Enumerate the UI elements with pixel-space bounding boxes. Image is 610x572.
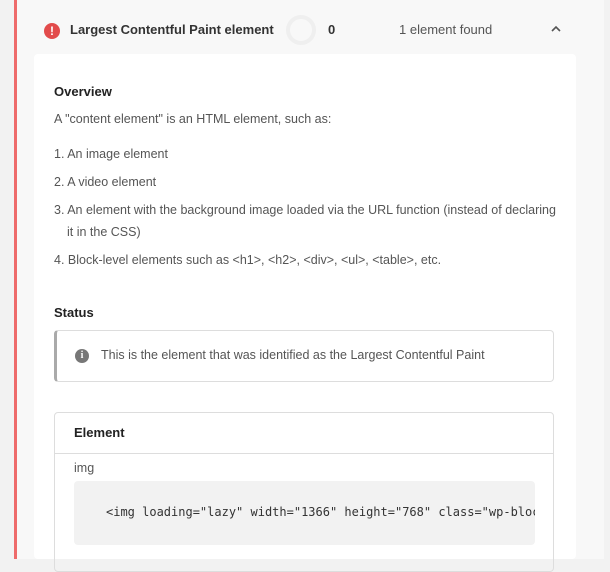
score-value: 0	[328, 22, 336, 37]
element-box: Element img <img loading="lazy" width="1…	[54, 412, 554, 572]
overview-list-item: 1. An image element	[54, 147, 168, 161]
audit-title: Largest Contentful Paint element	[70, 22, 274, 37]
element-box-header: Element	[55, 413, 553, 454]
score-ring	[286, 15, 316, 45]
audit-details-card: Overview A "content element" is an HTML …	[34, 54, 576, 572]
audit-header[interactable]: ! Largest Contentful Paint element 0 1 e…	[17, 0, 604, 60]
lcp-audit-panel: ! Largest Contentful Paint element 0 1 e…	[14, 0, 604, 572]
chevron-up-icon[interactable]	[551, 24, 561, 34]
info-icon: i	[75, 349, 89, 363]
exclamation-circle-icon: !	[44, 23, 60, 39]
element-code-snippet: <img loading="lazy" width="1366" height=…	[106, 505, 535, 519]
elements-found-count: 1 element found	[399, 22, 493, 37]
element-tag-name: img	[74, 461, 95, 475]
status-message: This is the element that was identified …	[101, 348, 485, 362]
overview-list-item: 2. A video element	[54, 175, 157, 189]
status-heading: Status	[54, 305, 94, 320]
overview-intro: A "content element" is an HTML element, …	[54, 112, 332, 126]
overview-list-item: 3. An element with the background image …	[54, 203, 556, 217]
overview-list-item: 4. Block-level elements such as <h1>, <h…	[54, 253, 442, 267]
element-heading: Element	[74, 425, 125, 440]
element-code-block[interactable]: <img loading="lazy" width="1366" height=…	[74, 481, 535, 545]
overview-list-item-continuation: it in the CSS)	[67, 225, 141, 239]
overview-heading: Overview	[54, 84, 112, 99]
status-notice: i This is the element that was identifie…	[54, 330, 554, 382]
